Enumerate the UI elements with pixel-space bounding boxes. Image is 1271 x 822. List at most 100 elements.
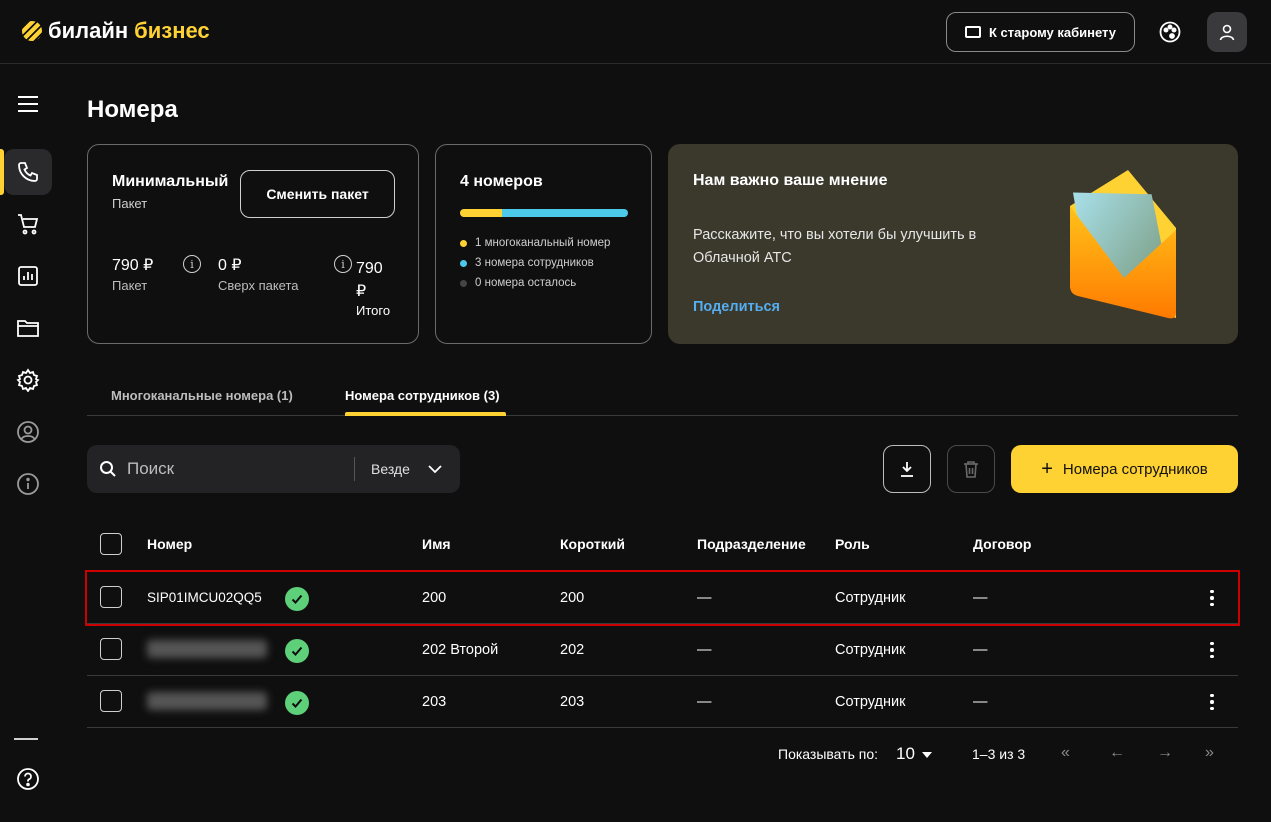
caret-down-icon[interactable] bbox=[922, 752, 932, 758]
row-checkbox[interactable] bbox=[100, 638, 122, 660]
column-header[interactable]: Договор bbox=[973, 536, 1031, 552]
download-icon bbox=[901, 462, 913, 477]
old-cabinet-button[interactable]: К старому кабинету bbox=[946, 12, 1135, 52]
redacted-number bbox=[147, 692, 267, 710]
row-name: 202 Второй bbox=[422, 642, 499, 658]
user-icon bbox=[1219, 24, 1235, 41]
sidebar-item-profile[interactable] bbox=[4, 409, 52, 455]
redacted-number bbox=[147, 640, 267, 658]
package-price: 790 ₽ bbox=[112, 257, 154, 274]
cart-icon bbox=[18, 214, 39, 235]
table-row[interactable]: SIP01IMCU02QQ5 200 200 — Сотрудник — bbox=[85, 570, 1240, 626]
sidebar-item-files[interactable] bbox=[4, 305, 52, 351]
row-department: — bbox=[697, 642, 712, 658]
over-price: 0 ₽ bbox=[218, 257, 242, 274]
page-size-label: Показывать по: bbox=[778, 746, 879, 762]
tab-multichannel[interactable]: Многоканальные номера (1) bbox=[111, 388, 293, 403]
feedback-text: Расскажите, что вы хотели бы улучшить в … bbox=[693, 227, 977, 266]
select-all-checkbox[interactable] bbox=[100, 533, 122, 555]
table-header: Номер Имя Короткий Подразделение Роль До… bbox=[87, 520, 1238, 570]
sidebar-item-phone[interactable] bbox=[0, 149, 52, 195]
folder-icon bbox=[17, 320, 39, 337]
search-scope-select[interactable]: Везде bbox=[371, 461, 410, 477]
more-vert-icon[interactable] bbox=[1201, 690, 1223, 714]
sidebar-item-settings[interactable] bbox=[4, 357, 52, 403]
trash-icon bbox=[964, 461, 978, 478]
profile-button[interactable] bbox=[1207, 12, 1247, 52]
check-circle-icon bbox=[285, 587, 309, 611]
row-short: 202 bbox=[560, 642, 585, 658]
legend-dot-employees bbox=[460, 259, 467, 267]
search-input[interactable]: Поиск bbox=[127, 459, 174, 479]
plus-icon: + bbox=[1041, 457, 1053, 480]
check-circle-icon bbox=[285, 691, 309, 715]
top-bar: билайн бизнес К старому кабинету bbox=[0, 0, 1271, 64]
legend-text: 0 номера осталось bbox=[475, 277, 577, 289]
page-title: Номера bbox=[87, 96, 178, 123]
legend-dot-remaining bbox=[460, 279, 467, 287]
logo[interactable]: билайн бизнес bbox=[22, 18, 210, 44]
column-header[interactable]: Короткий bbox=[560, 536, 625, 552]
chevron-down-icon[interactable] bbox=[427, 461, 443, 477]
last-page-icon[interactable]: » bbox=[1205, 744, 1214, 762]
info-icon bbox=[17, 473, 39, 495]
palette-icon[interactable] bbox=[1158, 20, 1182, 44]
add-button-label: Номера сотрудников bbox=[1062, 460, 1208, 478]
total-price: 790 ₽ bbox=[356, 260, 383, 300]
numbers-progress-bar bbox=[460, 209, 628, 217]
beeline-logo-icon bbox=[22, 21, 42, 41]
download-button[interactable] bbox=[883, 445, 931, 493]
logo-main-text: билайн bbox=[48, 18, 129, 43]
gear-icon bbox=[16, 368, 40, 392]
over-price-label: Сверх пакета bbox=[218, 278, 299, 293]
monitor-icon bbox=[965, 26, 982, 38]
prev-page-icon[interactable]: ← bbox=[1109, 744, 1125, 762]
next-page-icon[interactable]: → bbox=[1157, 744, 1173, 762]
logo-accent-text: бизнес bbox=[134, 18, 210, 43]
check-circle-icon bbox=[285, 639, 309, 663]
tab-employee-numbers[interactable]: Номера сотрудников (3) bbox=[345, 388, 500, 403]
page-size-select[interactable]: 10 bbox=[896, 744, 915, 764]
column-header[interactable]: Номер bbox=[147, 536, 192, 552]
user-circle-icon bbox=[17, 421, 39, 443]
active-tab-indicator bbox=[345, 412, 506, 416]
more-vert-icon[interactable] bbox=[1201, 586, 1223, 610]
delete-button[interactable] bbox=[947, 445, 995, 493]
search-separator bbox=[354, 457, 355, 481]
menu-icon[interactable] bbox=[4, 81, 52, 127]
sidebar-divider bbox=[14, 738, 38, 740]
total-label: Итого bbox=[356, 303, 391, 318]
legend-item: 1 многоканальный номер bbox=[460, 233, 610, 253]
add-employee-numbers-button[interactable]: + Номера сотрудников bbox=[1011, 445, 1238, 493]
share-link[interactable]: Поделиться bbox=[693, 299, 780, 315]
feedback-card: Нам важно ваше мнение Расскажите, что вы… bbox=[668, 144, 1238, 344]
row-checkbox[interactable] bbox=[100, 586, 122, 608]
info-icon[interactable]: i bbox=[183, 255, 201, 273]
sidebar-item-cart[interactable] bbox=[4, 201, 52, 247]
row-checkbox[interactable] bbox=[100, 690, 122, 712]
row-short: 200 bbox=[560, 590, 585, 606]
table-row[interactable]: 202 Второй 202 — Сотрудник — bbox=[87, 624, 1238, 676]
row-department: — bbox=[697, 590, 712, 606]
info-icon[interactable]: i bbox=[334, 255, 352, 273]
help-icon[interactable] bbox=[4, 756, 52, 802]
row-contract: — bbox=[973, 642, 988, 658]
more-vert-icon[interactable] bbox=[1201, 638, 1223, 662]
sidebar-item-reports[interactable] bbox=[4, 253, 52, 299]
legend-text: 1 многоканальный номер bbox=[475, 237, 611, 249]
old-cabinet-label: К старому кабинету bbox=[989, 24, 1116, 40]
numbers-legend: 1 многоканальный номер 3 номера сотрудни… bbox=[460, 233, 610, 293]
change-package-button[interactable]: Сменить пакет bbox=[240, 170, 395, 218]
column-header[interactable]: Роль bbox=[835, 536, 870, 552]
legend-item: 0 номера осталось bbox=[460, 273, 610, 293]
sidebar-item-info[interactable] bbox=[4, 461, 52, 507]
sidebar bbox=[0, 64, 56, 822]
row-role: Сотрудник bbox=[835, 694, 906, 710]
column-header[interactable]: Подразделение bbox=[697, 536, 806, 552]
row-short: 203 bbox=[560, 694, 585, 710]
table-row[interactable]: 203 203 — Сотрудник — bbox=[87, 676, 1238, 728]
column-header[interactable]: Имя bbox=[422, 536, 451, 552]
row-contract: — bbox=[973, 694, 988, 710]
search-icon bbox=[100, 461, 116, 477]
first-page-icon[interactable]: « bbox=[1061, 744, 1070, 762]
